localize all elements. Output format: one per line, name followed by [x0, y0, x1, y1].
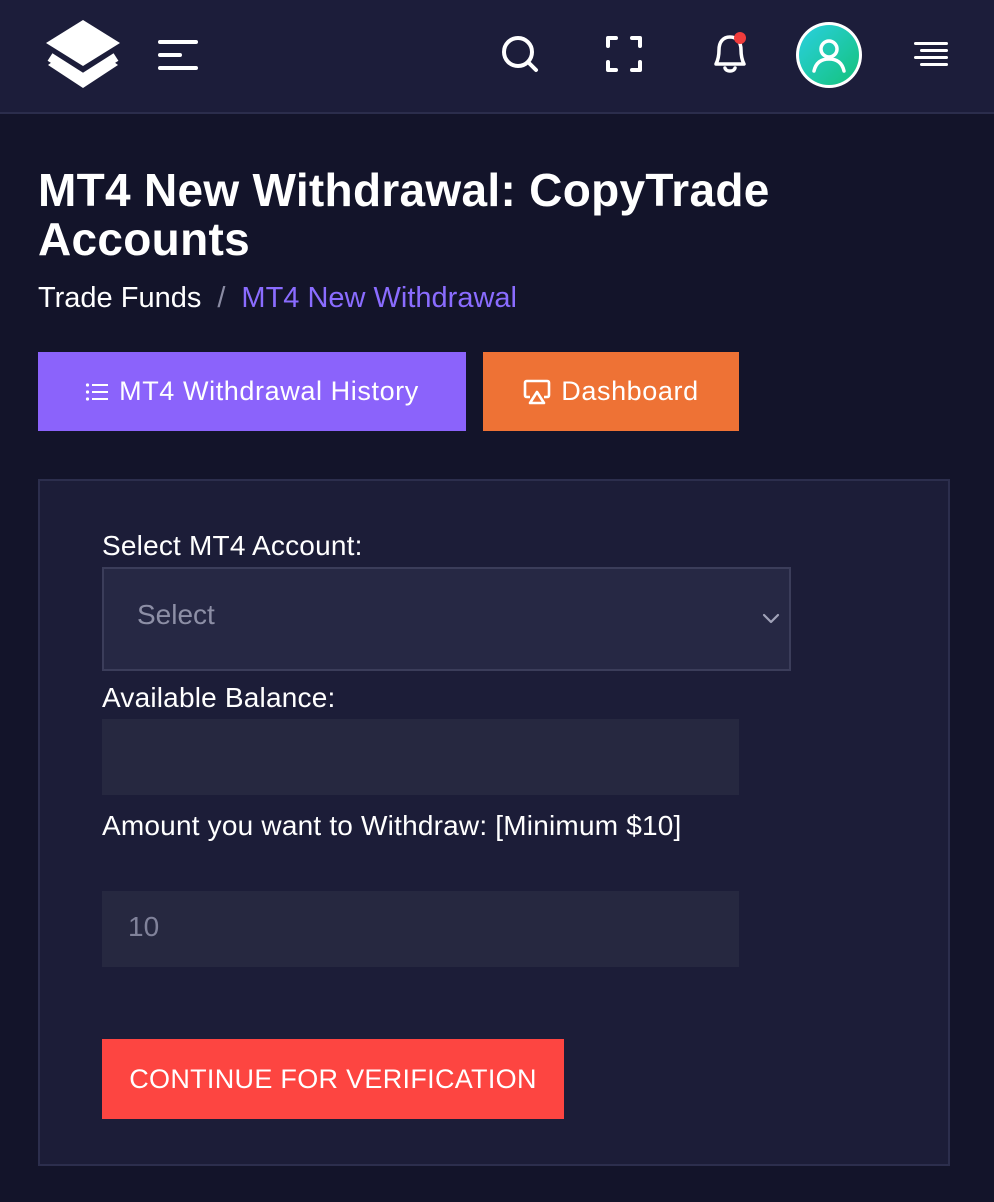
dashboard-label: Dashboard [561, 376, 699, 406]
fullscreen-icon[interactable] [604, 32, 644, 76]
balance-label: Available Balance: [102, 682, 336, 713]
user-avatar-icon[interactable] [796, 22, 862, 88]
withdrawal-history-label: MT4 Withdrawal History [119, 376, 419, 406]
breadcrumb: Trade Funds / MT4 New Withdrawal [38, 278, 517, 318]
amount-label: Amount you want to Withdraw: [Minimum $1… [102, 810, 682, 841]
align-right-menu-icon[interactable] [910, 40, 950, 70]
available-balance-field[interactable] [102, 719, 739, 795]
breadcrumb-current: MT4 New Withdrawal [241, 282, 517, 314]
notification-dot [734, 32, 746, 44]
dashboard-button[interactable]: Dashboard [483, 352, 739, 431]
chevron-down-icon [762, 613, 780, 624]
layers-logo-icon[interactable] [44, 18, 122, 94]
breadcrumb-separator: / [217, 282, 226, 314]
top-navbar [0, 0, 994, 114]
withdraw-amount-input[interactable]: 10 [102, 891, 739, 967]
search-icon[interactable] [500, 32, 540, 76]
withdraw-amount-placeholder: 10 [128, 911, 160, 942]
mt4-account-select[interactable]: Select [102, 567, 791, 671]
mt4-account-select-value: Select [137, 599, 215, 630]
hamburger-icon[interactable] [156, 38, 200, 72]
withdrawal-form-card: Select MT4 Account: Select Available Bal… [38, 479, 950, 1166]
withdrawal-history-button[interactable]: MT4 Withdrawal History [38, 352, 466, 431]
breadcrumb-trade-funds[interactable]: Trade Funds [38, 282, 201, 314]
airplay-icon [523, 379, 551, 404]
account-label: Select MT4 Account: [102, 530, 363, 561]
continue-verification-button[interactable]: CONTINUE FOR VERIFICATION [102, 1039, 564, 1119]
page-title: MT4 New Withdrawal: CopyTrade Accounts [38, 164, 770, 265]
bell-icon[interactable] [708, 28, 748, 73]
list-icon [86, 382, 109, 401]
